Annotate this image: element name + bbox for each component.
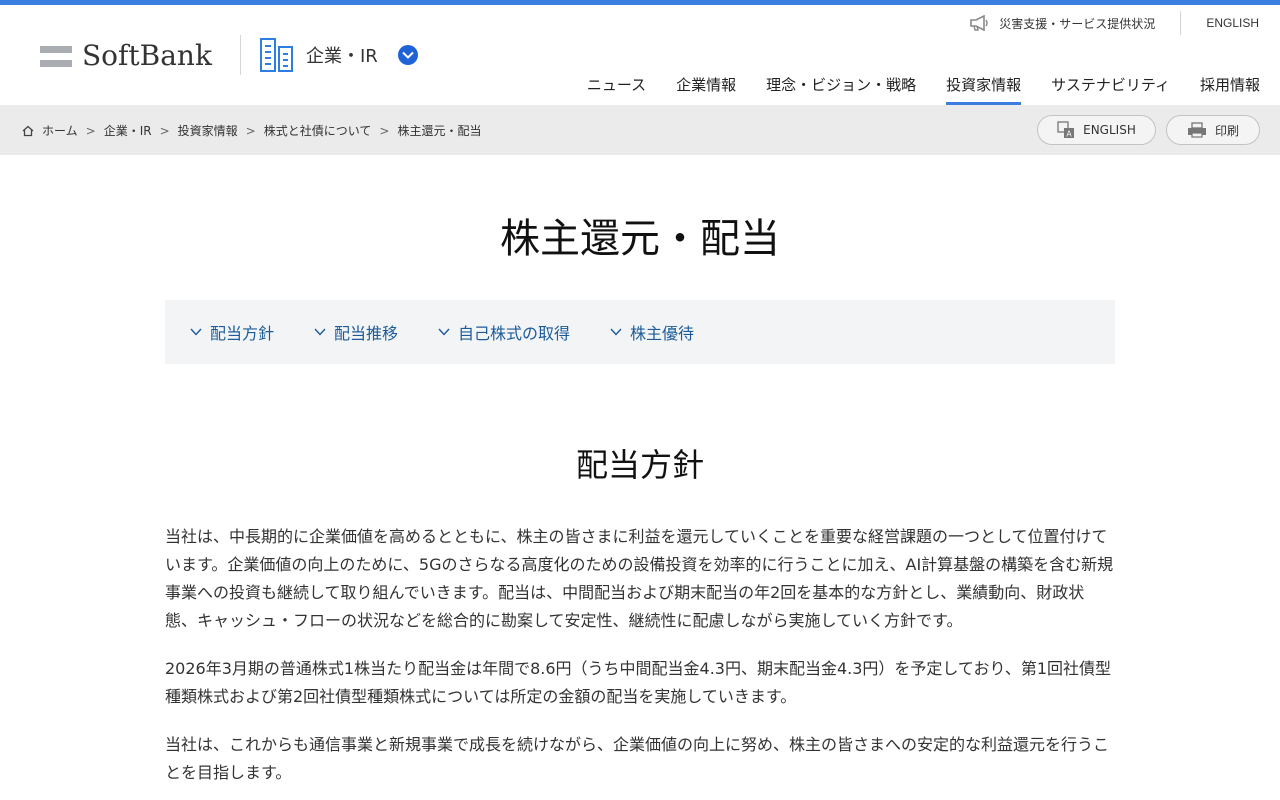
section-dropdown-button[interactable] [397,45,418,65]
logo-mark-icon [40,43,72,69]
anchor-label: 配当推移 [334,324,399,343]
anchor-label: 株主優待 [630,324,695,343]
english-link[interactable]: ENGLISH [1181,16,1280,30]
section-title: 配当方針 [575,446,704,484]
dividend-forecast-paragraph: 2026年3月期の普通株式1株当たり配当金は年間で8.6円（うち中間配当金4.3… [165,659,1111,706]
breadcrumb-separator: > [245,123,256,138]
anchor-label: 配当方針 [210,324,275,343]
policy-paragraph: 当社は、中長期的に企業価値を高めるとともに、株主の皆さまに利益を還元していくこと… [165,527,1114,630]
nav-item-philosophy[interactable]: 理念・ビジョン・戦略 [766,74,916,105]
anchor-label: 自己株式の取得 [458,324,571,343]
disaster-support-link[interactable]: 災害支援・サービス提供状況 [969,15,1180,32]
chevron-down-icon [314,328,326,336]
section-label: 企業・IR [306,46,378,67]
global-nav: ニュース 企業情報 理念・ビジョン・戦略 投資家情報 サステナビリティ 採用情報 [557,74,1260,105]
utility-links: 災害支援・サービス提供状況 ENGLISH [969,11,1280,35]
breadcrumb-separator: > [85,123,96,138]
breadcrumb-stocks-bonds[interactable]: 株式と社債について [264,122,372,139]
softbank-logo[interactable]: SoftBank [40,39,212,72]
building-icon [260,38,293,72]
printer-icon [1187,122,1206,138]
anchor-links: 配当方針 配当推移 自己株式の取得 株主優待 [165,300,1115,364]
print-button[interactable]: 印刷 [1166,115,1260,145]
breadcrumb-home[interactable]: ホーム [42,122,78,139]
breadcrumb-separator: > [379,123,390,138]
logo-text: SoftBank [82,39,212,72]
anchor-shareholder-benefits[interactable]: 株主優待 [610,320,694,344]
corp-ir-section: 企業・IR [260,38,418,72]
print-label: 印刷 [1214,123,1239,138]
anchor-dividend-history[interactable]: 配当推移 [314,320,398,344]
nav-item-company[interactable]: 企業情報 [676,74,736,105]
nav-item-news[interactable]: ニュース [587,74,646,105]
home-icon [22,125,34,136]
english-page-label: ENGLISH [1083,123,1136,137]
disaster-support-label: 災害支援・サービス提供状況 [999,16,1156,31]
breadcrumb-current: 株主還元・配当 [397,124,482,138]
language-icon: A [1057,121,1075,139]
page-title: 株主還元・配当 [500,216,780,262]
nav-item-careers[interactable]: 採用情報 [1200,74,1260,105]
english-page-button[interactable]: A ENGLISH [1037,115,1156,145]
header-divider [240,35,241,75]
nav-item-investors[interactable]: 投資家情報 [946,74,1022,105]
chevron-down-icon [438,328,450,336]
chevron-down-icon [190,328,202,336]
breadcrumb-bar: ホーム > 企業・IR > 投資家情報 > 株式と社債について > 株主還元・配… [0,105,1280,155]
breadcrumb: ホーム > 企業・IR > 投資家情報 > 株式と社債について > 株主還元・配… [22,122,481,139]
chevron-down-icon [610,328,622,336]
chevron-down-icon [402,51,414,59]
svg-text:A: A [1066,130,1072,139]
site-header: SoftBank 企業・IR 災害支援・サービス提供状況 ENGLISH ニュー… [0,5,1280,105]
closing-paragraph: 当社は、これからも通信事業と新規事業で成長を続けながら、企業価値の向上に努め、株… [165,735,1110,782]
megaphone-icon [970,15,988,31]
breadcrumb-separator: > [159,123,170,138]
breadcrumb-corp-ir[interactable]: 企業・IR [104,122,152,139]
anchor-dividend-policy[interactable]: 配当方針 [190,320,274,344]
breadcrumb-investors[interactable]: 投資家情報 [178,122,238,139]
anchor-share-buyback[interactable]: 自己株式の取得 [438,320,570,344]
nav-item-sustainability[interactable]: サステナビリティ [1051,74,1170,105]
